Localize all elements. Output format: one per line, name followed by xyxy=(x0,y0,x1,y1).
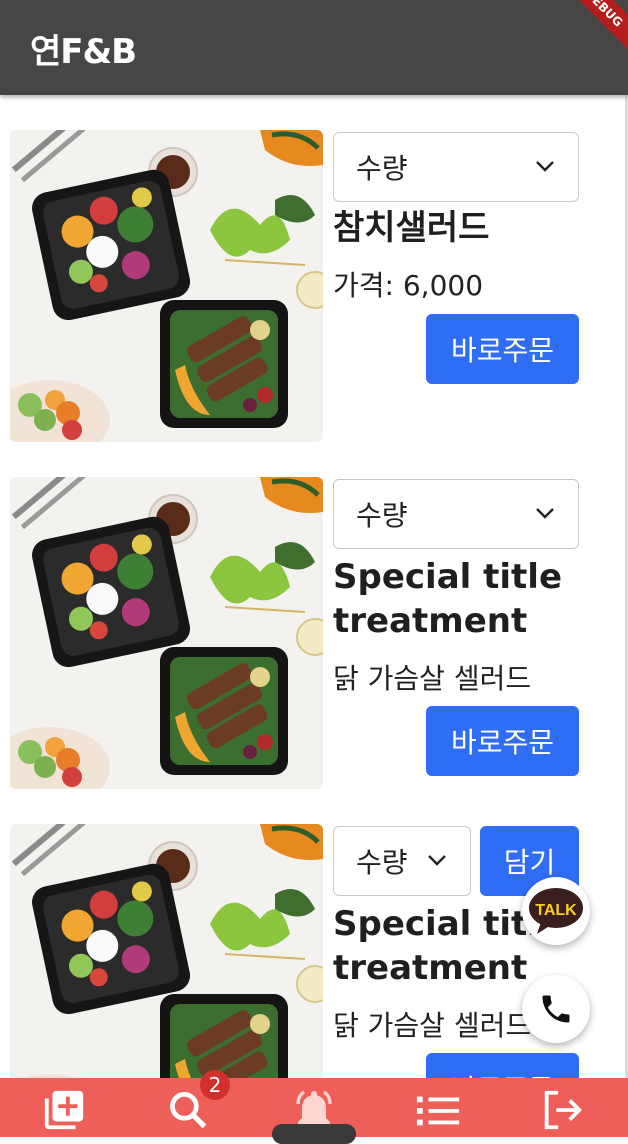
add-box-icon xyxy=(44,1090,84,1130)
product-name-line-2: treatment xyxy=(333,601,528,641)
app-bar: 연F&B xyxy=(0,0,628,95)
nav-list[interactable] xyxy=(414,1086,462,1134)
chevron-down-icon xyxy=(428,855,446,866)
kakao-talk-button[interactable]: TALK xyxy=(522,877,590,945)
product-image[interactable] xyxy=(10,477,323,789)
order-now-button[interactable]: 바로주문 xyxy=(426,314,579,384)
product-card: 수량 Special title treatment 닭 가슴살 셀러드 바로주… xyxy=(10,477,590,789)
quantity-dropdown[interactable]: 수량 xyxy=(333,826,471,896)
quantity-label: 수량 xyxy=(356,846,408,879)
call-button[interactable] xyxy=(522,975,590,1043)
product-card: 수량 참치샐러드 가격: 6,000 바로주문 xyxy=(10,130,590,442)
quantity-dropdown[interactable]: 수량 xyxy=(333,132,579,202)
quantity-dropdown[interactable]: 수량 xyxy=(333,479,579,549)
product-name-line-1: Special title xyxy=(333,557,563,597)
chevron-down-icon xyxy=(536,161,554,172)
nav-add[interactable] xyxy=(40,1086,88,1134)
product-description: 닭 가슴살 셀러드 xyxy=(333,662,532,695)
product-name-line-2: treatment xyxy=(333,948,528,988)
product-price: 가격: 6,000 xyxy=(333,269,484,302)
app-title: 연F&B xyxy=(30,32,137,72)
nav-logout[interactable] xyxy=(538,1086,586,1134)
product-description: 닭 가슴살 셀러드 xyxy=(333,1009,532,1042)
phone-icon xyxy=(542,995,570,1023)
search-badge: 2 xyxy=(200,1070,230,1100)
home-indicator xyxy=(272,1124,356,1144)
quantity-label: 수량 xyxy=(356,499,408,532)
chevron-down-icon xyxy=(536,508,554,519)
talk-label: TALK xyxy=(535,902,577,919)
quantity-label: 수량 xyxy=(356,152,408,185)
order-now-button[interactable]: 바로주문 xyxy=(426,706,579,776)
kakao-talk-icon: TALK xyxy=(529,888,583,934)
list-icon xyxy=(416,1096,460,1126)
product-image[interactable] xyxy=(10,130,323,442)
product-name: 참치샐러드 xyxy=(333,208,490,248)
logout-icon xyxy=(544,1090,582,1130)
